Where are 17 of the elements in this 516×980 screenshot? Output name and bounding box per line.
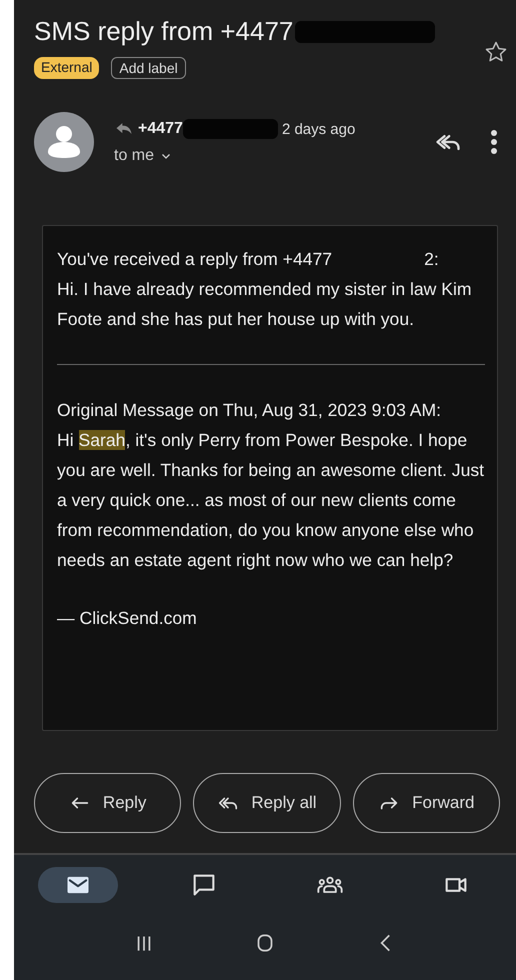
body-text: 2: xyxy=(424,248,439,271)
body-text: You've received a reply from +4477 xyxy=(57,248,332,271)
recipient-toggle[interactable]: to me xyxy=(114,147,172,165)
body-text: Original Message on Thu, Aug 31, 2023 9:03 AM: Hi Sarah, it's only Perry from Power Bespoke. I hope you are well. Thanks for being an awesome client. Just a very quick one... as most of our new clients come from recommendation, do you know anyone else who needs an estate agent right now who we can help? xyxy=(57,399,485,572)
sent-time: 2 days ago xyxy=(282,120,356,138)
sender-name: +4477 xyxy=(138,120,183,138)
external-tag: External xyxy=(34,57,100,79)
avatar-icon xyxy=(34,112,94,172)
star-icon[interactable] xyxy=(484,40,508,64)
add-label-button[interactable]: Add label xyxy=(111,57,186,79)
body-text: Hi. I have already recommended my sister in law Kim Foote and she has put her house up with you. xyxy=(57,278,473,331)
forward-button[interactable]: Forward xyxy=(352,773,500,833)
reply-all-button[interactable]: Reply all xyxy=(193,773,341,833)
subject-title: SMS reply from +4477 xyxy=(34,16,294,47)
more-icon[interactable] xyxy=(490,129,498,155)
signature-text: — ClickSend.com xyxy=(57,607,198,630)
reply-button[interactable]: Reply xyxy=(34,773,182,833)
